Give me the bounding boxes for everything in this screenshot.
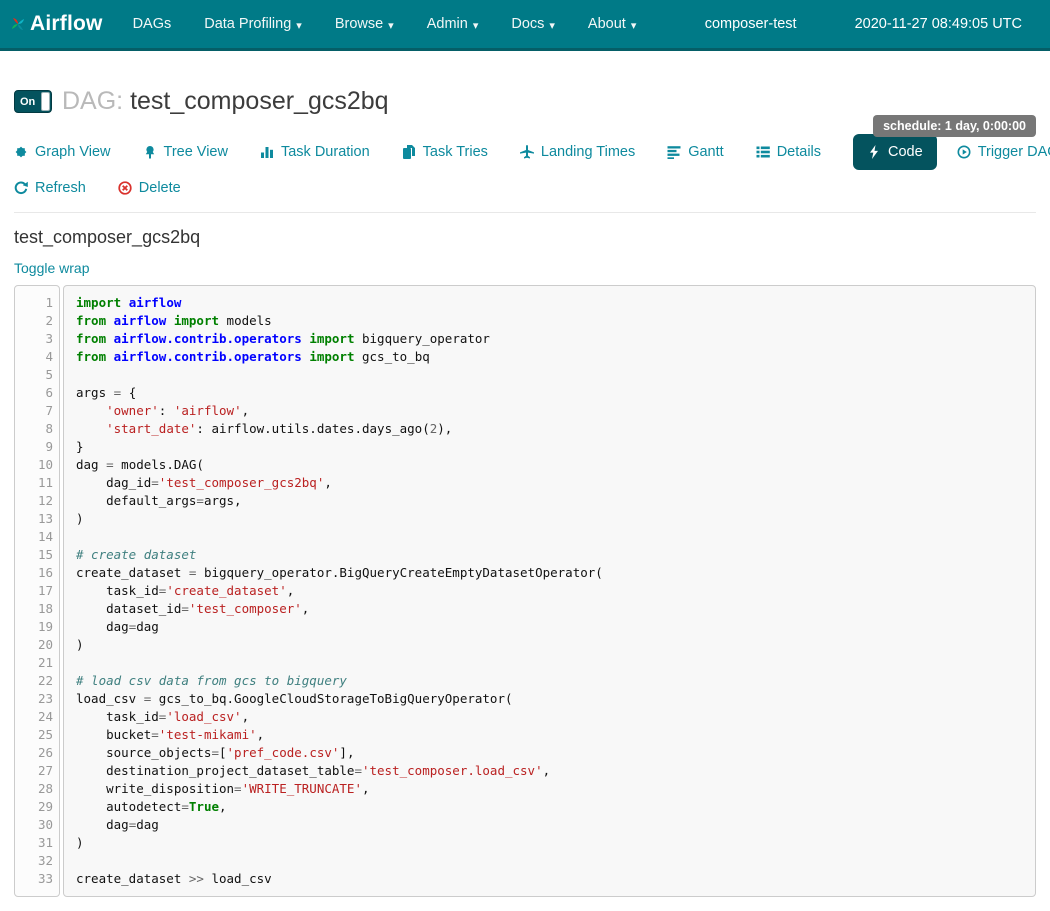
dag-prefix: DAG: <box>62 87 123 115</box>
refresh-button[interactable]: Refresh <box>14 180 86 196</box>
line-numbers: 1234567891011121314151617181920212223242… <box>14 285 60 897</box>
toggle-knob <box>41 92 50 111</box>
tab-code[interactable]: Code <box>853 134 937 170</box>
brand-title: Airflow <box>30 12 103 36</box>
nav-about[interactable]: About▾ <box>588 16 636 32</box>
toggle-wrap-link[interactable]: Toggle wrap <box>14 260 90 276</box>
caret-down-icon: ▾ <box>549 19 555 32</box>
tab-details[interactable]: Details <box>756 144 821 160</box>
caret-down-icon: ▾ <box>631 19 637 32</box>
schedule-badge: schedule: 1 day, 0:00:00 <box>873 115 1036 137</box>
tab-task-duration[interactable]: Task Duration <box>260 144 370 160</box>
caret-down-icon: ▾ <box>473 19 479 32</box>
airflow-logo[interactable]: Airflow <box>10 12 103 36</box>
delete-button[interactable]: Delete <box>118 180 181 196</box>
navbar: Airflow DAGs Data Profiling▾ Browse▾ Adm… <box>0 0 1050 51</box>
dag-action-row: Refresh Delete <box>14 180 1036 196</box>
tab-trigger-dag[interactable]: Trigger DAG <box>957 144 1050 160</box>
refresh-icon <box>14 181 28 195</box>
utc-clock: 2020-11-27 08:49:05 UTC <box>855 16 1022 32</box>
list-icon <box>756 145 770 159</box>
plane-icon <box>520 145 534 159</box>
play-circle-icon <box>957 145 971 159</box>
graph-view-icon <box>14 145 28 159</box>
divider <box>14 212 1036 213</box>
caret-down-icon: ▾ <box>296 19 302 32</box>
tab-gantt[interactable]: Gantt <box>667 144 723 160</box>
code-content: import airflowfrom airflow import models… <box>63 285 1036 897</box>
nav-admin[interactable]: Admin▾ <box>427 16 479 32</box>
delete-circle-x-icon <box>118 181 132 195</box>
nav-browse[interactable]: Browse▾ <box>335 16 394 32</box>
environment-label: composer-test <box>705 16 797 32</box>
nav-data-profiling[interactable]: Data Profiling▾ <box>204 16 302 32</box>
gantt-icon <box>667 145 681 159</box>
copy-files-icon <box>402 145 416 159</box>
dag-view-tabs: Graph View Tree View Task Duration Task … <box>14 134 1036 170</box>
dag-on-off-toggle[interactable]: On <box>14 90 52 113</box>
page-title: DAG: test_composer_gcs2bq <box>62 87 389 116</box>
nav-docs[interactable]: Docs▾ <box>511 16 555 32</box>
dag-name: test_composer_gcs2bq <box>130 87 388 115</box>
bar-chart-icon <box>260 145 274 159</box>
tab-task-tries[interactable]: Task Tries <box>402 144 488 160</box>
tree-icon <box>143 145 157 159</box>
bolt-icon <box>867 145 881 159</box>
tab-landing-times[interactable]: Landing Times <box>520 144 635 160</box>
caret-down-icon: ▾ <box>388 19 394 32</box>
code-file-heading: test_composer_gcs2bq <box>14 227 1036 248</box>
code-viewer: 1234567891011121314151617181920212223242… <box>14 285 1036 897</box>
airflow-pinwheel-icon <box>10 16 26 32</box>
toggle-on-label: On <box>15 96 35 108</box>
nav-dags[interactable]: DAGs <box>133 16 172 32</box>
tab-graph-view[interactable]: Graph View <box>14 144 111 160</box>
tab-tree-view[interactable]: Tree View <box>143 144 228 160</box>
